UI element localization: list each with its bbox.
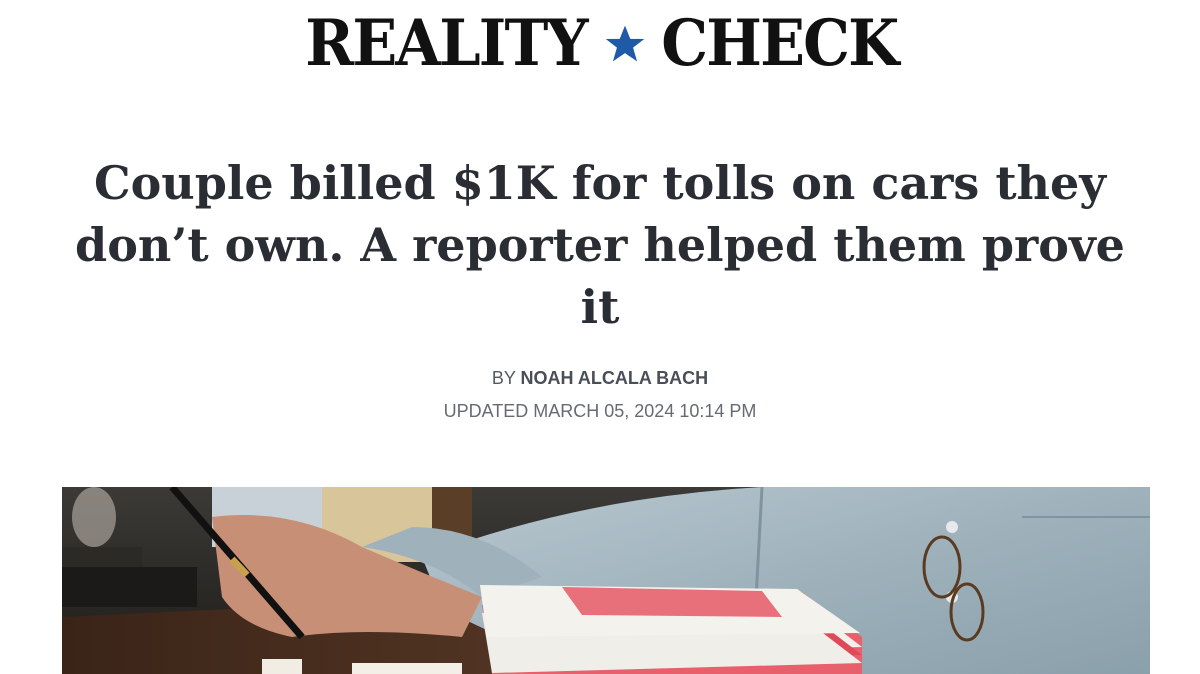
byline: BY NOAH ALCALA BACH [0, 368, 1200, 389]
site-logo[interactable]: REALITY CHECK [0, 8, 1200, 80]
byline-prefix: BY [491, 368, 516, 388]
hero-image[interactable] [62, 487, 1150, 674]
logo-word-left: REALITY [304, 6, 588, 81]
hero-photo [62, 487, 1150, 674]
article-page: REALITY CHECK Couple billed $1K for toll… [0, 0, 1200, 674]
updated-timestamp: UPDATED MARCH 05, 2024 10:14 PM [443, 401, 757, 421]
stack-of-bills [480, 585, 862, 674]
author-link[interactable]: NOAH ALCALA BACH [521, 368, 709, 388]
article-headline: Couple billed $1K for tolls on cars they… [75, 156, 1125, 334]
star-icon [605, 25, 644, 62]
logo-word-right: CHECK [660, 6, 899, 81]
